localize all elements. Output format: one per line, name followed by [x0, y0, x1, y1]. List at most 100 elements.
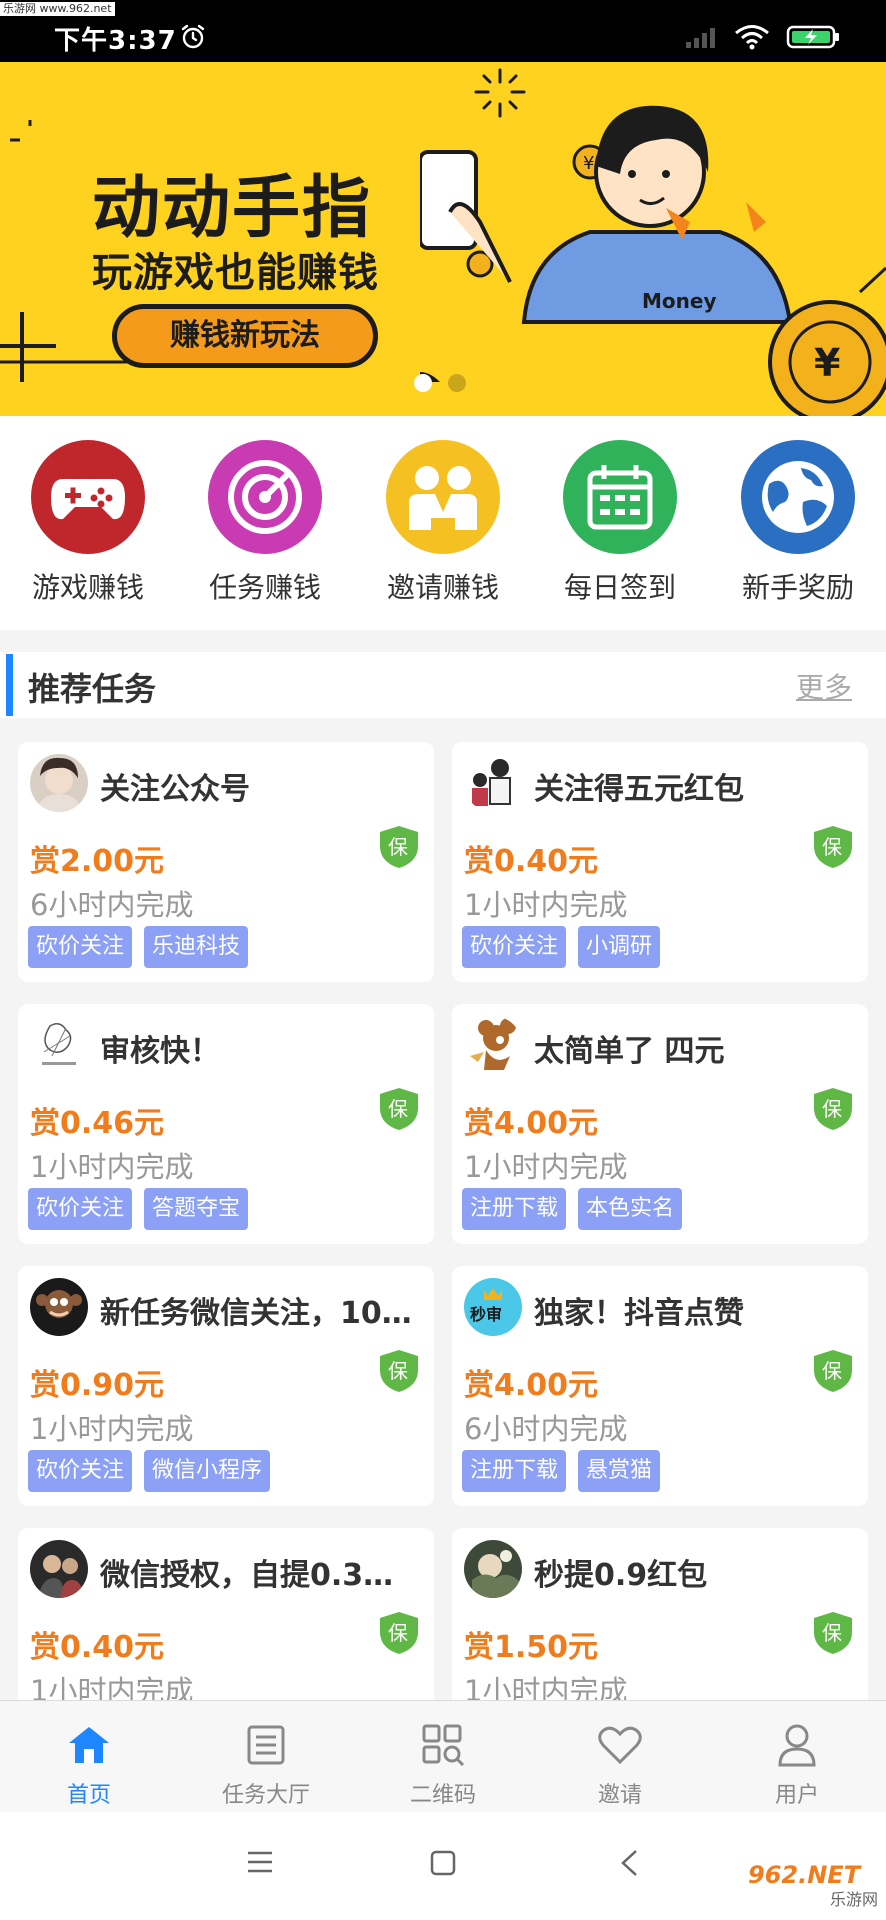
task-tags: 注册下载 本色实名 — [462, 1188, 683, 1230]
square-home-icon[interactable] — [430, 1850, 456, 1876]
task-card[interactable]: 秒审 独家！抖音点赞 赏4.00元 6小时内完成 保 注册下载 悬赏猫 — [452, 1266, 868, 1506]
top-watermark: 乐游网 www.962.net — [0, 2, 115, 16]
svg-text:保: 保 — [822, 1359, 842, 1383]
nav-qrcode[interactable]: 二维码 — [383, 1721, 503, 1809]
more-link[interactable]: 更多 — [796, 666, 852, 706]
svg-text:Money: Money — [642, 289, 716, 313]
svg-text:保: 保 — [822, 835, 842, 859]
task-tag: 砍价关注 — [28, 1188, 133, 1230]
heart-icon — [598, 1726, 642, 1765]
task-tag: 砍价关注 — [28, 926, 133, 968]
system-nav-bar: 962.NET 乐游网 — [0, 1812, 886, 1920]
nav-label: 二维码 — [409, 1783, 476, 1808]
nav-task-hall[interactable]: 任务大厅 — [206, 1721, 326, 1809]
watermark-line2: 乐游网 — [829, 1890, 878, 1909]
alarm-icon — [181, 24, 205, 49]
globe-icon — [741, 440, 855, 554]
guarantee-shield-icon: 保 — [380, 826, 418, 868]
nav-label: 邀请 — [597, 1783, 642, 1808]
task-time-limit: 1小时内完成 — [30, 1412, 194, 1446]
banner-button[interactable]: 赚钱新玩法 — [112, 304, 378, 368]
task-tag: 小调研 — [578, 926, 661, 968]
recommended-section-header: 推荐任务 更多 — [0, 652, 886, 718]
quick-link-newbie-reward[interactable]: 新手奖励 — [718, 440, 878, 606]
watermark-logo: 962.NET 乐游网 — [748, 1860, 878, 1914]
task-title: 秒提0.9红包 — [534, 1558, 708, 1593]
pagination-dot[interactable] — [448, 374, 466, 392]
task-tags: 砍价关注 乐迪科技 — [28, 926, 249, 968]
promo-banner[interactable]: 动动手指 玩游戏也能赚钱 赚钱新玩法 ¥ Money ¥ — [0, 62, 886, 416]
banner-pagination — [414, 374, 466, 392]
quick-link-label: 新手奖励 — [741, 571, 854, 604]
quick-link-task-earn[interactable]: 任务赚钱 — [185, 440, 345, 606]
task-reward: 赏0.90元 — [30, 1368, 165, 1403]
task-title: 审核快！ — [100, 1034, 220, 1069]
quick-link-label: 任务赚钱 — [208, 571, 321, 604]
status-time: 下午3:37 — [54, 26, 177, 56]
pagination-dot-active[interactable] — [414, 374, 432, 392]
task-card[interactable]: 太简单了 四元 赏4.00元 1小时内完成 保 注册下载 本色实名 — [452, 1004, 868, 1244]
qrcode-search-icon — [422, 1724, 465, 1767]
nav-user[interactable]: 用户 — [737, 1721, 857, 1809]
watermark-line1: 962.NET — [748, 1861, 861, 1889]
svg-text:保: 保 — [388, 835, 408, 859]
nav-home[interactable]: 首页 — [29, 1721, 149, 1809]
banner-illustration: ¥ Money ¥ — [420, 68, 886, 416]
list-icon — [247, 1725, 285, 1765]
svg-text:保: 保 — [388, 1359, 408, 1383]
task-tag: 注册下载 — [462, 1450, 567, 1492]
svg-text:保: 保 — [822, 1621, 842, 1645]
menu-icon[interactable] — [246, 1850, 274, 1874]
back-icon[interactable] — [618, 1848, 640, 1878]
battery-charging-icon — [786, 25, 839, 49]
banner-subtitle: 玩游戏也能赚钱 — [92, 250, 379, 296]
task-time-limit: 1小时内完成 — [30, 1150, 194, 1184]
banner-title: 动动手指 — [92, 169, 373, 248]
signal-icon — [686, 28, 715, 48]
task-title: 关注得五元红包 — [534, 772, 744, 807]
quick-link-game-earn[interactable]: 游戏赚钱 — [8, 440, 168, 606]
task-card[interactable]: 新任务微信关注，10… 赏0.90元 1小时内完成 保 砍价关注 微信小程序 — [18, 1266, 434, 1506]
nav-label: 首页 — [66, 1783, 111, 1808]
people-icon — [386, 440, 500, 554]
task-tag: 砍价关注 — [462, 926, 567, 968]
task-title: 新任务微信关注，10… — [100, 1296, 412, 1331]
task-tag: 乐迪科技 — [144, 926, 249, 968]
svg-text:秒审: 秒审 — [470, 1305, 502, 1324]
task-reward: 赏1.50元 — [464, 1630, 599, 1665]
section-title: 推荐任务 — [28, 670, 157, 708]
task-tag: 微信小程序 — [144, 1450, 271, 1492]
task-tag: 本色实名 — [578, 1188, 683, 1230]
task-card[interactable]: 关注得五元红包 赏0.40元 1小时内完成 保 砍价关注 小调研 — [452, 742, 868, 982]
radar-icon — [208, 440, 322, 554]
task-avatar — [30, 1278, 88, 1336]
guarantee-shield-icon: 保 — [380, 1088, 418, 1130]
quick-link-daily-signin[interactable]: 每日签到 — [540, 440, 700, 606]
guarantee-shield-icon: 保 — [380, 1612, 418, 1654]
quick-link-label: 邀请赚钱 — [386, 571, 499, 604]
task-tags: 砍价关注 微信小程序 — [28, 1450, 271, 1492]
task-avatar — [464, 1540, 522, 1598]
task-time-limit: 1小时内完成 — [464, 888, 628, 922]
quick-links: 游戏赚钱 任务赚钱 邀请赚钱 每日签到 新手奖励 — [0, 416, 886, 630]
quick-link-label: 游戏赚钱 — [31, 571, 144, 604]
quick-link-invite-earn[interactable]: 邀请赚钱 — [363, 440, 523, 606]
user-icon — [778, 1724, 816, 1767]
task-card[interactable]: 关注公众号 赏2.00元 6小时内完成 保 砍价关注 乐迪科技 — [18, 742, 434, 982]
task-card[interactable]: 审核快！ 赏0.46元 1小时内完成 保 砍价关注 答题夺宝 — [18, 1004, 434, 1244]
nav-invite[interactable]: 邀请 — [560, 1721, 680, 1809]
task-tags: 砍价关注 答题夺宝 — [28, 1188, 249, 1230]
guarantee-shield-icon: 保 — [814, 1612, 852, 1654]
svg-text:保: 保 — [388, 1621, 408, 1645]
wifi-icon — [735, 25, 769, 50]
task-avatar — [30, 754, 88, 812]
guarantee-shield-icon: 保 — [814, 1088, 852, 1130]
svg-text:保: 保 — [388, 1097, 408, 1121]
section-accent-bar — [6, 654, 13, 716]
task-avatar — [30, 1016, 88, 1074]
task-reward: 赏0.40元 — [464, 844, 599, 879]
task-avatar — [464, 754, 522, 812]
task-title: 独家！抖音点赞 — [534, 1296, 744, 1331]
task-tags: 注册下载 悬赏猫 — [462, 1450, 661, 1492]
status-icons — [684, 24, 842, 50]
